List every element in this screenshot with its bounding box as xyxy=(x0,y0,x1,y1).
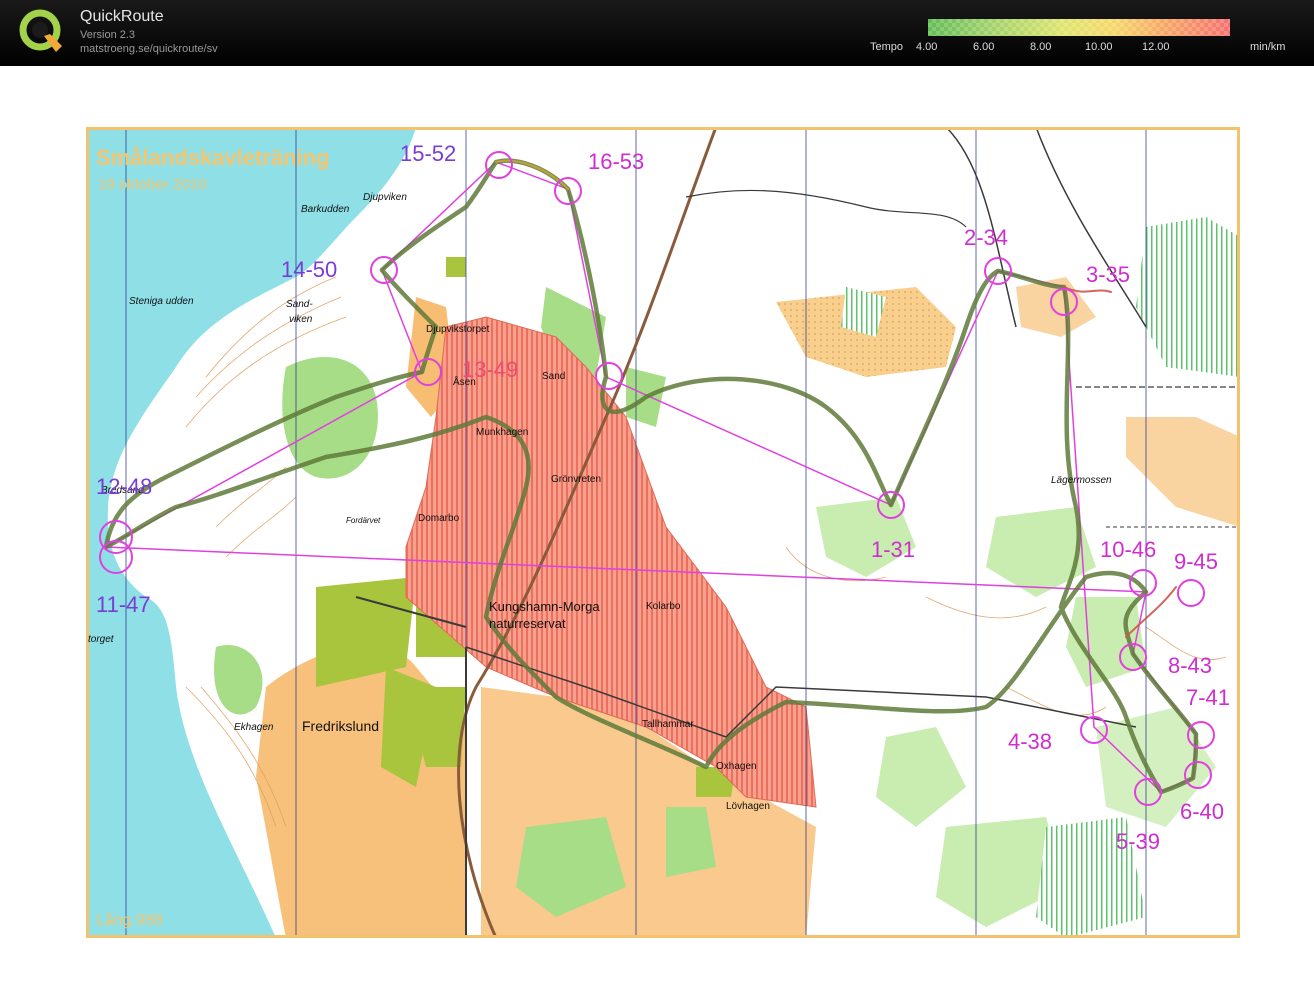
orienteering-map[interactable]: Smålandskavleträning 19 oktober 2010 Lån… xyxy=(86,127,1240,938)
app-title: QuickRoute xyxy=(80,8,164,25)
place-name: Sand- xyxy=(286,299,313,310)
place-name: viken xyxy=(289,314,313,325)
control-label: 11-47 xyxy=(96,592,151,617)
place-name: Lägermossen xyxy=(1051,475,1112,486)
app-version: Version 2.3 xyxy=(80,29,136,41)
tempo-color-scale xyxy=(928,19,1230,36)
control-label: 5-39 xyxy=(1116,829,1160,854)
place-name: Djupviken xyxy=(363,192,407,203)
place-name: Sand xyxy=(542,371,565,382)
place-name: Grönvreten xyxy=(551,474,601,485)
place-name: Barkudden xyxy=(301,204,350,215)
control-label: 15-52 xyxy=(400,141,456,166)
place-name: Fordärvet xyxy=(346,516,381,525)
control-label: 6-40 xyxy=(1180,799,1224,824)
place-name: Lövhagen xyxy=(726,801,770,812)
place-name: naturreservat xyxy=(489,616,566,631)
control-label: 9-45 xyxy=(1174,549,1218,574)
place-name: Steniga udden xyxy=(129,296,194,307)
place-name: torget xyxy=(88,634,115,645)
place-name: Tallhammar xyxy=(642,719,694,730)
app-url[interactable]: matstroeng.se/quickroute/sv xyxy=(80,43,218,55)
control-label: 7-41 xyxy=(1186,685,1230,710)
control-label: 14-50 xyxy=(281,257,337,282)
control-label: 1-31 xyxy=(871,537,915,562)
place-name: Munkhagen xyxy=(476,427,528,438)
course-name: Lång 988 xyxy=(96,911,163,929)
place-name: Djupvikstorpet xyxy=(426,324,490,335)
tempo-unit: min/km xyxy=(1250,41,1286,53)
control-label: 10-46 xyxy=(1100,537,1156,562)
tempo-tick: 12.00 xyxy=(1142,41,1170,53)
control-label: 13-49 xyxy=(462,357,518,382)
control-label: 16-53 xyxy=(588,149,644,174)
app-header: QuickRoute Version 2.3 matstroeng.se/qui… xyxy=(0,0,1314,66)
tempo-tick: 4.00 xyxy=(916,41,938,53)
place-name: Fredrikslund xyxy=(302,718,379,734)
place-name: Ekhagen xyxy=(234,722,274,733)
place-name: Kolarbo xyxy=(646,601,681,612)
control-label: 3-35 xyxy=(1086,262,1130,287)
control-label: 12-48 xyxy=(96,474,152,499)
tempo-tick: 6.00 xyxy=(973,41,995,53)
map-date: 19 oktober 2010 xyxy=(98,176,206,193)
tempo-tick: 10.00 xyxy=(1085,41,1113,53)
place-name: Oxhagen xyxy=(716,761,757,772)
control-label: 4-38 xyxy=(1008,729,1052,754)
quickroute-logo xyxy=(19,9,62,52)
map-title: Smålandskavleträning xyxy=(96,145,330,170)
control-label: 8-43 xyxy=(1168,653,1212,678)
place-name: Domarbo xyxy=(418,513,460,524)
control-label: 2-34 xyxy=(964,225,1008,250)
place-name: Kungshamn-Morga xyxy=(489,599,600,614)
tempo-label: Tempo xyxy=(870,41,904,53)
tempo-tick: 8.00 xyxy=(1030,41,1052,53)
